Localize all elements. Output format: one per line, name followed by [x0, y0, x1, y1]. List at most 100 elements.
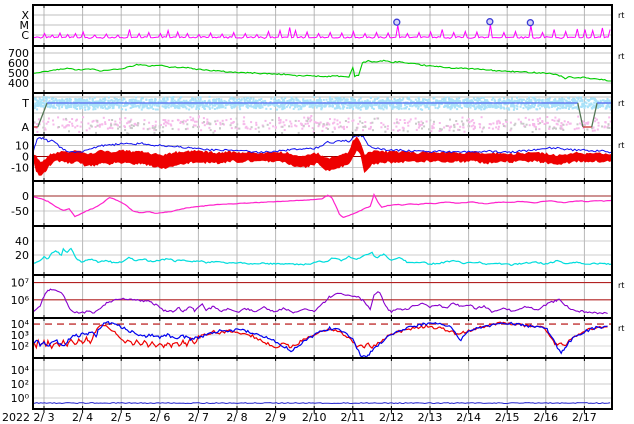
noise-dot: [281, 125, 284, 128]
noise-dot: [414, 98, 417, 101]
noise-dot: [481, 130, 484, 133]
noise-dot: [583, 122, 586, 124]
noise-dot: [390, 100, 393, 103]
noise-dot: [398, 106, 401, 109]
noise-dot: [221, 119, 224, 122]
noise-dot: [275, 99, 278, 102]
noise-dot: [224, 106, 227, 109]
noise-dot: [448, 97, 450, 100]
noise-dot: [192, 126, 195, 129]
noise-dot: [194, 120, 196, 123]
noise-dot: [490, 104, 493, 107]
noise-dot: [496, 120, 499, 123]
noise-dot: [334, 100, 337, 102]
y-axis-label: 0: [22, 190, 29, 203]
noise-dot: [534, 98, 537, 101]
noise-dot: [294, 119, 297, 122]
noise-dot: [386, 98, 389, 101]
noise-dot: [602, 105, 605, 108]
noise-dot: [272, 125, 275, 128]
noise-dot: [88, 107, 91, 109]
noise-dot: [372, 107, 375, 110]
noise-dot: [123, 98, 126, 101]
noise-dot: [37, 118, 40, 121]
noise-dot: [72, 106, 75, 109]
noise-dot: [533, 106, 536, 109]
noise-dot: [48, 105, 51, 108]
noise-dot: [189, 116, 192, 119]
noise-dot: [289, 120, 292, 123]
noise-dot: [469, 106, 472, 109]
noise-dot: [528, 98, 531, 101]
noise-dot: [121, 108, 124, 111]
noise-dot: [398, 129, 401, 131]
y-axis-label: -50: [11, 205, 29, 218]
noise-dot: [151, 125, 154, 127]
noise-dot: [524, 125, 527, 128]
noise-dot: [444, 98, 447, 101]
noise-dot: [85, 99, 87, 102]
noise-dot: [432, 123, 435, 126]
noise-dot: [556, 100, 558, 103]
noise-dot: [506, 99, 509, 102]
noise-dot: [340, 98, 343, 101]
noise-dot: [273, 96, 276, 99]
noise-dot: [93, 105, 96, 108]
noise-dot: [163, 122, 165, 125]
noise-dot: [368, 127, 370, 130]
noise-dot: [536, 118, 539, 121]
noise-dot: [328, 105, 331, 108]
noise-dot: [482, 96, 485, 99]
noise-dot: [579, 122, 582, 125]
noise-dot: [400, 105, 403, 108]
x-axis-label: 2/13: [418, 411, 443, 424]
noise-dot: [57, 103, 60, 106]
noise-dot: [290, 98, 293, 101]
noise-dot: [522, 122, 525, 125]
noise-dot: [548, 106, 551, 109]
noise-dot: [213, 108, 216, 110]
noise-dot: [180, 96, 183, 99]
noise-dot: [380, 122, 383, 124]
noise-dot: [601, 125, 604, 128]
noise-dot: [534, 126, 537, 129]
noise-dot: [421, 108, 424, 111]
noise-dot: [478, 97, 481, 100]
noise-dot: [574, 106, 577, 109]
noise-dot: [358, 116, 361, 119]
noise-dot: [381, 104, 384, 107]
noise-dot: [408, 120, 411, 123]
noise-dot: [603, 126, 606, 129]
noise-dot: [325, 123, 328, 126]
noise-dot: [142, 105, 145, 107]
noise-dot: [109, 104, 112, 107]
noise-dot: [170, 96, 173, 99]
noise-dot: [259, 107, 262, 109]
noise-dot: [373, 117, 376, 120]
rt-tag: rt: [618, 281, 624, 290]
noise-dot: [355, 126, 358, 129]
noise-dot: [197, 106, 200, 109]
noise-dot: [283, 124, 286, 127]
noise-dot: [310, 115, 313, 117]
noise-dot: [581, 99, 584, 102]
noise-dot: [376, 97, 379, 100]
noise-dot: [177, 119, 180, 122]
noise-dot: [171, 127, 174, 130]
noise-dot: [239, 108, 242, 111]
noise-dot: [225, 119, 228, 122]
noise-dot: [134, 105, 137, 108]
noise-dot: [456, 99, 459, 102]
noise-dot: [425, 98, 428, 101]
noise-dot: [554, 98, 557, 101]
noise-dot: [476, 97, 479, 100]
noise-dot: [213, 98, 216, 101]
noise-dot: [97, 100, 100, 103]
noise-dot: [404, 103, 407, 106]
noise-dot: [208, 99, 211, 102]
noise-dot: [475, 107, 477, 110]
noise-dot: [356, 106, 359, 109]
noise-dot: [438, 105, 441, 108]
noise-dot: [520, 122, 523, 125]
noise-dot: [445, 105, 448, 108]
